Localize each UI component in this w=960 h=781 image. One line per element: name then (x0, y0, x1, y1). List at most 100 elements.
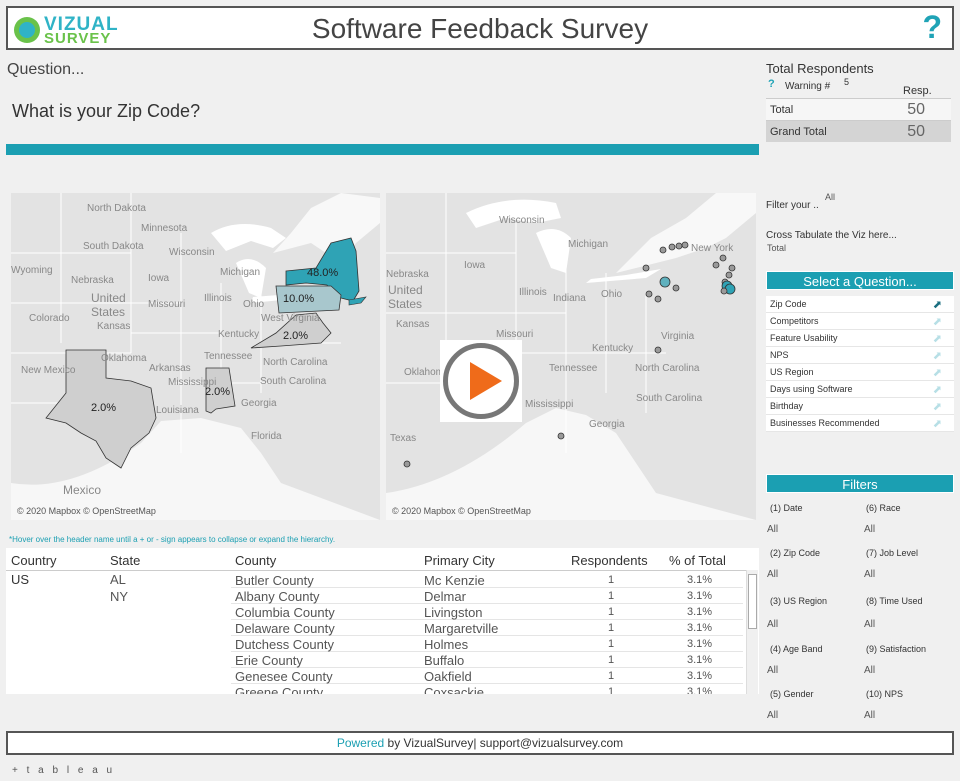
page-title: Software Feedback Survey (311, 13, 649, 44)
warning-help-icon[interactable]: ? (768, 78, 775, 90)
question-item-feature-usability[interactable]: Feature Usability ⬈ (766, 330, 954, 347)
header-primary-city[interactable]: Primary City (424, 553, 495, 568)
table-scrollbar[interactable] (746, 570, 758, 694)
table-row[interactable]: Butler County Mc Kenzie 1 3.1% (231, 572, 743, 588)
filter-your-value[interactable]: All (825, 192, 835, 202)
state-map[interactable]: North Dakota South Dakota Minnesota Wisc… (11, 193, 380, 520)
question-item-birthday[interactable]: Birthday ⬈ (766, 398, 954, 415)
city-cell: Holmes (424, 637, 469, 652)
map1-label: Ohio (243, 299, 265, 310)
select-question-header: Select a Question... (766, 271, 954, 290)
city-cell: Coxsackie (424, 685, 484, 694)
filter-region-label: (3) US Region (770, 596, 828, 606)
map1-label: Illinois (204, 293, 232, 304)
warning-value: 5 (844, 77, 850, 87)
map1-label: South Carolina (260, 376, 327, 387)
map1-label: Colorado (29, 313, 70, 324)
question-item-label: Zip Code (770, 299, 807, 309)
question-label: Question... (7, 61, 85, 78)
map2-label: North Carolina (635, 363, 700, 374)
map2-label: Ohio (601, 289, 623, 300)
play-button[interactable] (440, 340, 522, 422)
question-item-label: NPS (770, 350, 789, 360)
scroll-thumb[interactable] (748, 574, 757, 629)
filter-age-value[interactable]: All (767, 665, 778, 676)
header-divider (6, 570, 746, 571)
table-hint: *Hover over the header name until a + or… (9, 535, 336, 544)
filter-time-value[interactable]: All (864, 619, 875, 630)
question-item-competitors[interactable]: Competitors ⬈ (766, 313, 954, 330)
header-county[interactable]: County (235, 553, 276, 568)
city-cell: Buffalo (424, 653, 465, 668)
map2-label: Missouri (496, 329, 534, 340)
table-row[interactable]: Albany County Delmar 1 3.1% (231, 588, 743, 604)
header-pct-total[interactable]: % of Total (669, 553, 726, 568)
filter-race-value[interactable]: All (864, 524, 875, 535)
table-row[interactable]: Dutchess County Holmes 1 3.1% (231, 636, 743, 652)
resp-cell: 1 (608, 638, 615, 650)
map1-credit[interactable]: © 2020 Mapbox © OpenStreetMap (17, 506, 156, 516)
filter-date-value[interactable]: All (767, 524, 778, 535)
total-row[interactable]: Total 50 (766, 98, 951, 120)
pct-cell: 3.1% (687, 686, 713, 694)
map1-label: West Virginia (261, 313, 320, 324)
map2-label: Kentucky (592, 343, 634, 354)
table-row[interactable]: Erie County Buffalo 1 3.1% (231, 652, 743, 668)
arrow-icon: ⬈ (932, 333, 942, 345)
tableau-logo[interactable]: + t a b l e a u (12, 765, 115, 776)
pct-cell: 3.1% (687, 574, 713, 586)
play-icon (470, 362, 502, 400)
map1-label: Wisconsin (169, 247, 215, 258)
resp-cell: 1 (608, 574, 615, 586)
question-item-days-using[interactable]: Days using Software ⬈ (766, 381, 954, 398)
header-respondents[interactable]: Respondents (571, 553, 648, 568)
county-cell: Greene County (235, 685, 324, 694)
warning-label: Warning # (785, 81, 831, 92)
state-cell: NY (110, 589, 129, 604)
resp-cell: 1 (608, 686, 615, 694)
filter-nps-value[interactable]: All (864, 710, 875, 721)
question-item-label: Competitors (770, 316, 819, 326)
state-cell: AL (110, 572, 126, 587)
city-cell: Delmar (424, 589, 466, 604)
table-row[interactable]: Greene County Coxsackie 1 3.1% (231, 684, 743, 694)
question-item-us-region[interactable]: US Region ⬈ (766, 364, 954, 381)
table-row[interactable]: Columbia County Livingston 1 3.1% (231, 604, 743, 620)
footer-contact[interactable]: by VizualSurvey| support@vizualsurvey.co… (384, 736, 624, 750)
city-cell: Margaretville (424, 621, 499, 636)
filter-zip-value[interactable]: All (767, 569, 778, 580)
grand-total-row[interactable]: Grand Total 50 (766, 120, 951, 142)
map1-label: Nebraska (71, 275, 114, 286)
question-item-label: Businesses Recommended (770, 418, 880, 428)
map2-credit[interactable]: © 2020 Mapbox © OpenStreetMap (392, 506, 531, 516)
filter-job-value[interactable]: All (864, 569, 875, 580)
filter-region-value[interactable]: All (767, 619, 778, 630)
question-item-nps[interactable]: NPS ⬈ (766, 347, 954, 364)
grand-total-label: Grand Total (770, 125, 827, 138)
filter-satisfaction-label: (9) Satisfaction (866, 644, 927, 654)
question-item-zip-code[interactable]: Zip Code ⬈ (766, 296, 954, 313)
county-cell: Delaware County (235, 621, 335, 636)
pct-cell: 3.1% (687, 670, 713, 682)
pa-percentage: 10.0% (283, 293, 315, 305)
table-row[interactable]: Delaware County Margaretville 1 3.1% (231, 620, 743, 636)
map2-label: Tennessee (549, 363, 598, 374)
map2-label: Virginia (661, 331, 695, 342)
help-icon[interactable]: ? (922, 9, 942, 46)
header-country[interactable]: Country (11, 553, 57, 568)
filter-gender-label: (5) Gender (770, 689, 814, 699)
filter-satisfaction-value[interactable]: All (864, 665, 875, 676)
filter-gender-value[interactable]: All (767, 710, 778, 721)
resp-cell: 1 (608, 670, 615, 682)
resp-cell: 1 (608, 622, 615, 634)
question-item-label: Days using Software (770, 384, 853, 394)
county-cell: Albany County (235, 589, 320, 604)
total-value: 50 (907, 100, 925, 118)
cross-tab-value[interactable]: Total (767, 243, 786, 253)
table-row[interactable]: Genesee County Oakfield 1 3.1% (231, 668, 743, 684)
question-item-label: US Region (770, 367, 814, 377)
header-state[interactable]: State (110, 553, 140, 568)
map2-label: Kansas (396, 319, 430, 330)
question-item-businesses[interactable]: Businesses Recommended ⬈ (766, 415, 954, 432)
map1-label: Wyoming (11, 265, 53, 276)
